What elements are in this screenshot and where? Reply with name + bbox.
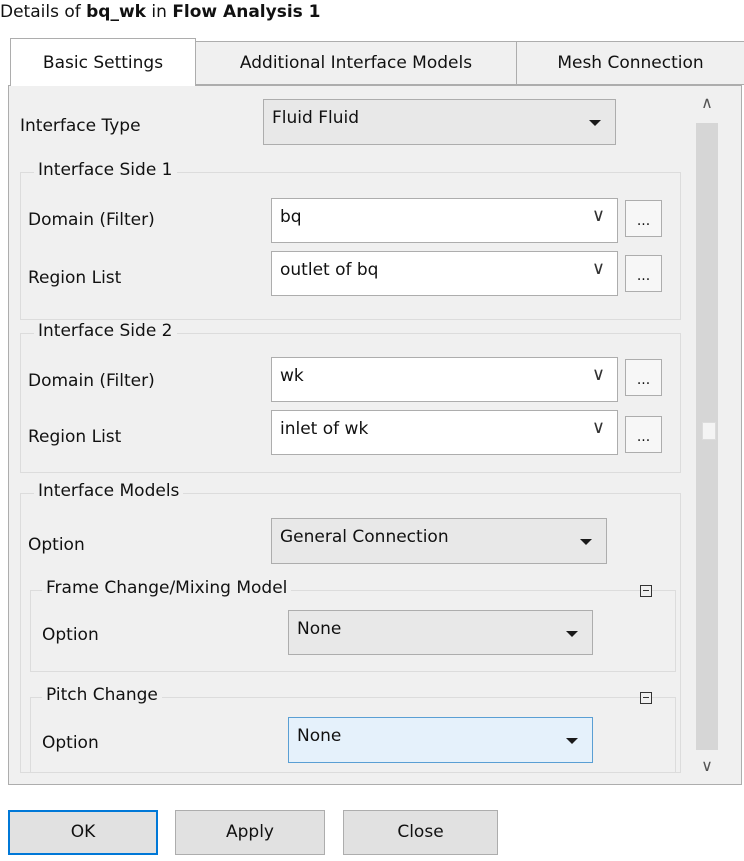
chevron-down-icon: [589, 120, 601, 126]
pitch-change-option-select[interactable]: None: [288, 717, 593, 763]
side2-domain-browse-button[interactable]: ...: [625, 359, 662, 396]
side1-domain-select[interactable]: bq ∨: [271, 198, 618, 243]
pitch-change-option-label: Option: [42, 733, 99, 753]
models-option-label: Option: [28, 535, 85, 555]
side2-domain-value: wk: [280, 366, 304, 386]
interface-models-title: Interface Models: [34, 481, 184, 501]
chevron-down-icon: [566, 631, 578, 637]
tab-additional-interface-models[interactable]: Additional Interface Models: [195, 41, 517, 85]
side2-region-label: Region List: [28, 427, 122, 447]
side2-domain-label: Domain (Filter): [28, 371, 155, 391]
tab-mesh-connection[interactable]: Mesh Connection: [516, 41, 744, 85]
side1-region-select[interactable]: outlet of bq ∨: [271, 251, 618, 296]
frame-change-option-value: None: [297, 619, 342, 639]
tab-basic-settings[interactable]: Basic Settings: [10, 38, 196, 86]
frame-change-option-label: Option: [42, 625, 99, 645]
interface-type-label: Interface Type: [20, 116, 141, 136]
title-analysis: Flow Analysis 1: [172, 2, 321, 22]
frame-change-collapse-icon[interactable]: [640, 585, 652, 597]
interface-side-2-title: Interface Side 2: [34, 321, 177, 341]
pitch-change-option-value: None: [297, 726, 342, 746]
title-prefix: Details of: [0, 2, 87, 22]
side2-region-value: inlet of wk: [280, 419, 369, 439]
pitch-change-collapse-icon[interactable]: [640, 692, 652, 704]
side1-domain-label: Domain (Filter): [28, 210, 155, 230]
scrollbar-thumb[interactable]: [702, 422, 716, 440]
close-button[interactable]: Close: [343, 810, 498, 855]
side2-region-select[interactable]: inlet of wk ∨: [271, 410, 618, 455]
title-mid: in: [146, 2, 173, 22]
chevron-down-icon: [580, 539, 592, 545]
apply-button[interactable]: Apply: [175, 810, 325, 855]
chevron-down-icon: ∨: [591, 364, 605, 385]
interface-type-value: Fluid Fluid: [272, 108, 359, 128]
frame-change-option-select[interactable]: None: [288, 610, 593, 655]
pitch-change-title: Pitch Change: [42, 685, 162, 705]
chevron-down-icon: [566, 738, 578, 744]
models-option-select[interactable]: General Connection: [271, 518, 607, 564]
interface-side-1-title: Interface Side 1: [34, 160, 177, 180]
side1-region-label: Region List: [28, 268, 122, 288]
side2-domain-select[interactable]: wk ∨: [271, 357, 618, 402]
side1-region-browse-button[interactable]: ...: [625, 255, 662, 292]
title-object: bq_wk: [86, 2, 146, 22]
interface-type-select[interactable]: Fluid Fluid: [263, 99, 616, 145]
chevron-down-icon: ∨: [591, 258, 605, 279]
ok-button[interactable]: OK: [8, 810, 158, 855]
side2-region-browse-button[interactable]: ...: [625, 416, 662, 453]
chevron-down-icon: ∨: [591, 417, 605, 438]
side1-domain-value: bq: [280, 207, 302, 227]
models-option-value: General Connection: [280, 527, 449, 547]
arrow-up-icon[interactable]: ∧: [692, 93, 722, 112]
chevron-down-icon: ∨: [591, 205, 605, 226]
arrow-down-icon[interactable]: ∨: [692, 756, 722, 775]
side1-domain-browse-button[interactable]: ...: [625, 200, 662, 237]
details-title: Details of bq_wk in Flow Analysis 1: [0, 2, 321, 22]
frame-change-title: Frame Change/Mixing Model: [42, 578, 292, 598]
interface-side-1-group: [20, 172, 681, 320]
side1-region-value: outlet of bq: [280, 260, 379, 280]
